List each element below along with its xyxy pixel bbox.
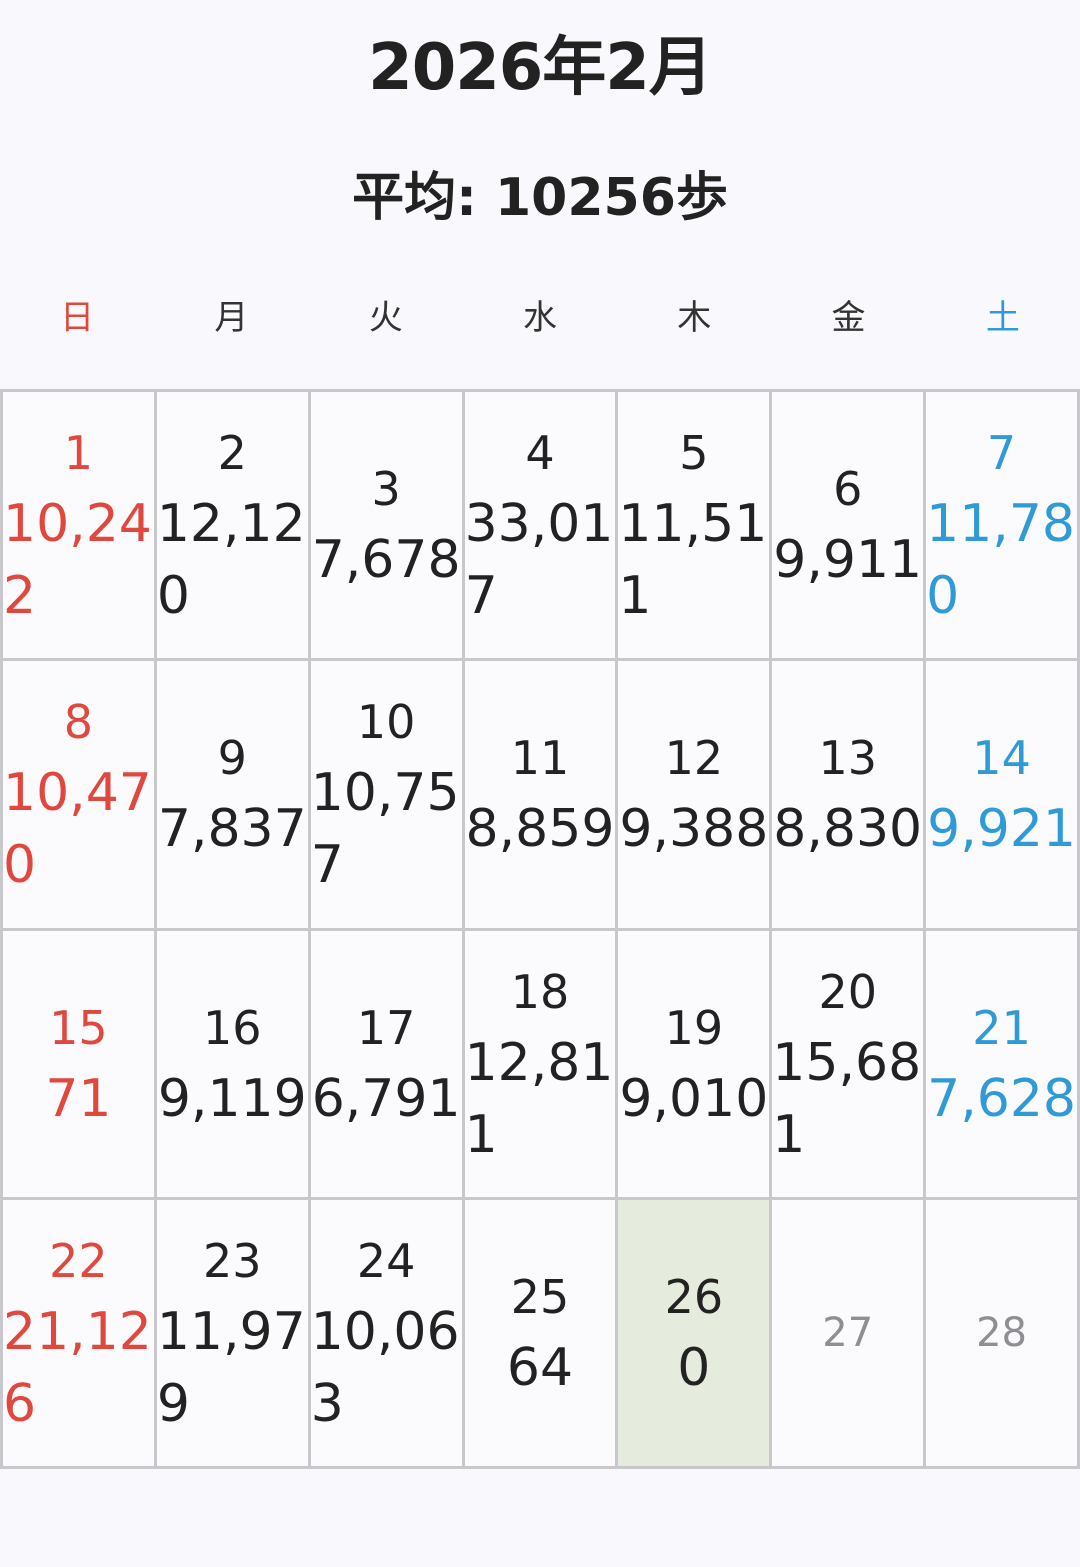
day-number: 13 (818, 731, 877, 786)
day-number: 2 (217, 426, 247, 481)
day-cell[interactable]: 3 7,678 (310, 392, 465, 662)
day-cell[interactable]: 2 12,120 (156, 392, 311, 662)
step-count: 10,470 (3, 763, 152, 896)
weekday-monday: 月 (214, 298, 249, 338)
day-cell[interactable]: 10 10,757 (310, 661, 465, 931)
day-number: 26 (664, 1269, 724, 1324)
step-count: 64 (506, 1337, 574, 1398)
step-count: 10,757 (310, 763, 460, 896)
day-cell[interactable]: 4 33,017 (464, 392, 619, 662)
step-count: 9,010 (619, 1068, 769, 1129)
day-cell[interactable]: 13 8,830 (772, 661, 927, 931)
day-cell[interactable]: 9 7,837 (156, 661, 311, 931)
day-cell[interactable]: 11 8,859 (464, 661, 619, 931)
weekday-thursday: 木 (677, 298, 712, 338)
day-cell[interactable]: 28 (926, 1199, 1080, 1469)
weekday-friday: 金 (831, 298, 866, 338)
step-count: 10,063 (310, 1301, 460, 1434)
day-number: 5 (679, 426, 709, 481)
day-number: 23 (203, 1233, 262, 1288)
day-number: 12 (664, 731, 724, 786)
step-count: 9,921 (927, 799, 1076, 860)
step-count: 6,791 (311, 1068, 461, 1129)
step-count: 10,242 (3, 494, 152, 627)
weekday-saturday: 土 (985, 298, 1020, 338)
day-number: 10 (356, 695, 416, 750)
step-count: 12,120 (156, 494, 306, 627)
day-number: 3 (371, 462, 401, 517)
day-number: 22 (49, 1233, 108, 1288)
step-count: 11,979 (156, 1301, 306, 1434)
day-cell[interactable]: 15 71 (3, 930, 157, 1200)
day-number: 21 (972, 1000, 1031, 1055)
step-count: 0 (677, 1337, 711, 1398)
day-number: 14 (972, 731, 1031, 786)
day-number: 8 (63, 695, 94, 750)
day-number: 17 (356, 1000, 416, 1055)
day-cell[interactable]: 18 12,811 (464, 930, 619, 1200)
day-cell[interactable]: 14 9,921 (926, 661, 1080, 931)
day-cell[interactable]: 17 6,791 (310, 930, 465, 1200)
day-cell[interactable]: 19 9,010 (618, 930, 773, 1200)
month-title: 2026年2月 (368, 31, 713, 105)
average-steps: 平均: 10256歩 (352, 168, 728, 228)
weekday-header: 日 月 火 水 木 金 土 (0, 290, 1080, 346)
day-cell[interactable]: 24 10,063 (310, 1199, 465, 1469)
day-cell[interactable]: 21 7,628 (926, 930, 1080, 1200)
day-number: 1 (63, 426, 94, 481)
step-count: 7,678 (311, 530, 461, 591)
step-count: 8,830 (773, 799, 923, 860)
day-number: 7 (986, 426, 1017, 481)
day-number: 25 (510, 1269, 570, 1324)
day-cell[interactable]: 27 (772, 1199, 927, 1469)
step-count: 11,780 (926, 494, 1076, 627)
day-number: 19 (664, 1000, 724, 1055)
day-number: 20 (818, 964, 877, 1019)
step-count: 11,511 (618, 494, 768, 627)
weekday-wednesday: 水 (522, 298, 557, 338)
step-count: 12,811 (464, 1032, 614, 1165)
step-count: 7,628 (927, 1068, 1076, 1129)
step-count: 71 (45, 1068, 112, 1129)
day-number: 18 (510, 964, 570, 1019)
step-count: 15,681 (772, 1032, 922, 1165)
day-cell[interactable]: 6 9,911 (772, 392, 927, 662)
weekday-tuesday: 火 (368, 298, 403, 338)
day-cell[interactable]: 12 9,388 (618, 661, 773, 931)
day-cell[interactable]: 26 0 (618, 1199, 773, 1469)
day-number: 24 (356, 1233, 416, 1288)
step-count: 9,388 (619, 799, 769, 860)
day-number: 9 (217, 731, 247, 786)
day-cell[interactable]: 16 9,119 (156, 930, 311, 1200)
step-count: 21,126 (3, 1301, 152, 1434)
day-number: 28 (976, 1309, 1028, 1356)
day-number: 11 (510, 731, 570, 786)
day-number: 27 (822, 1309, 874, 1356)
day-cell[interactable]: 7 11,780 (926, 392, 1080, 662)
step-count: 33,017 (464, 494, 614, 627)
step-count: 9,911 (773, 530, 923, 591)
step-count: 7,837 (157, 799, 307, 860)
day-cell[interactable]: 23 11,979 (156, 1199, 311, 1469)
day-cell[interactable]: 22 21,126 (3, 1199, 157, 1469)
step-count: 9,119 (157, 1068, 307, 1129)
day-number: 4 (525, 426, 555, 481)
day-number: 16 (203, 1000, 262, 1055)
day-number: 6 (833, 462, 863, 517)
step-count: 8,859 (465, 799, 615, 860)
day-cell[interactable]: 25 64 (464, 1199, 619, 1469)
day-cell[interactable]: 8 10,470 (3, 661, 157, 931)
weekday-sunday: 日 (60, 298, 95, 338)
day-cell[interactable]: 20 15,681 (772, 930, 927, 1200)
day-number: 15 (49, 1000, 108, 1055)
calendar-grid: 1 10,242 2 12,120 3 7,678 4 33,017 5 11,511 6 9,911… (0, 389, 1080, 1469)
day-cell[interactable]: 1 10,242 (3, 392, 157, 662)
day-cell[interactable]: 5 11,511 (618, 392, 773, 662)
